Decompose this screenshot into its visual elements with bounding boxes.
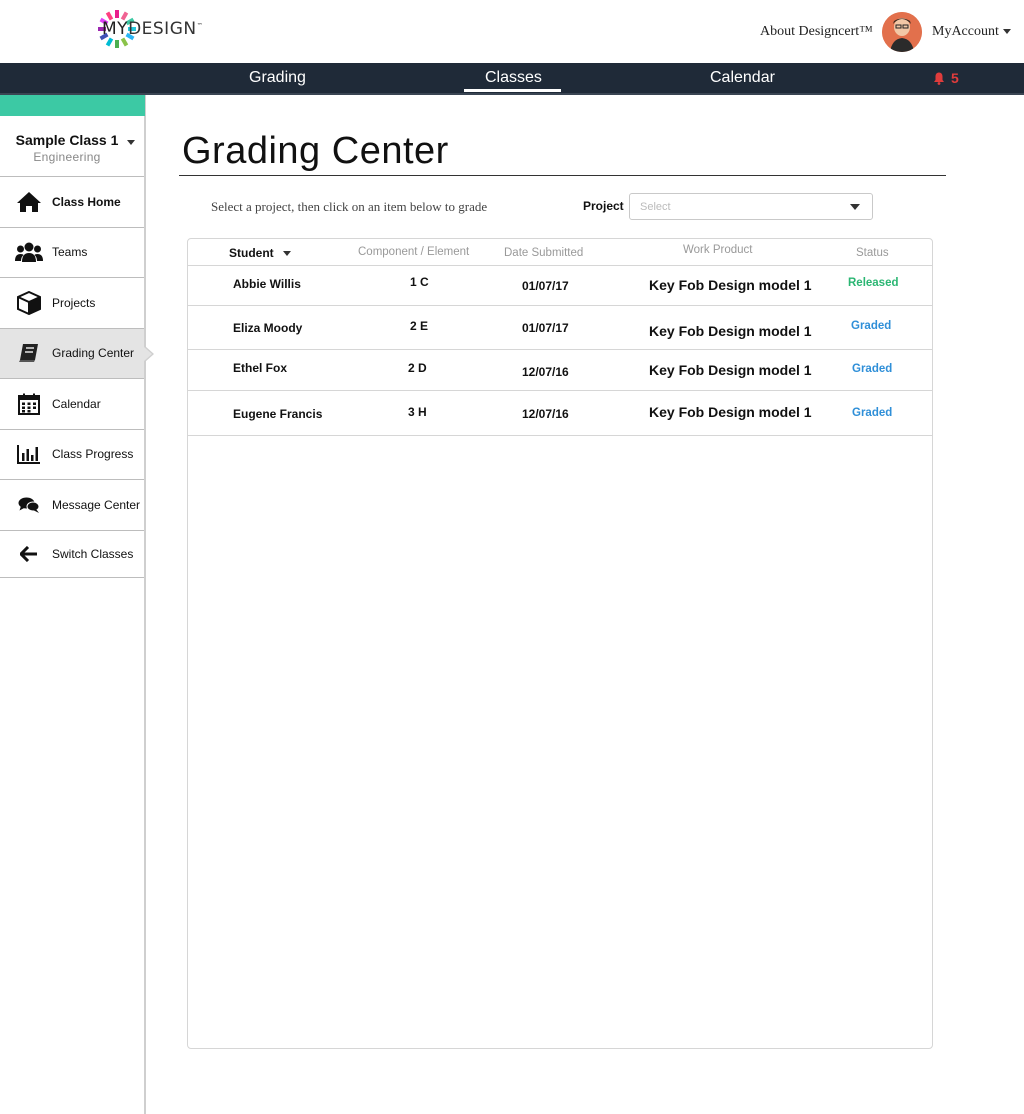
title-divider (179, 175, 946, 176)
bell-icon (934, 72, 944, 85)
project-label: Project (583, 199, 624, 213)
nav-classes[interactable]: Classes (485, 69, 542, 87)
column-header-status: Status (856, 247, 889, 259)
logo-design: DESIGN (128, 19, 197, 39)
sidebar-item-switch-classes[interactable]: Switch Classes (0, 531, 144, 578)
sidebar-item-label: Projects (52, 295, 96, 310)
logo-text: MYDESIGN™ (102, 19, 203, 39)
cell-component: 2 E (410, 319, 429, 333)
cell-student: Eugene Francis (233, 407, 323, 421)
sidebar-item-grading-center[interactable]: Grading Center (0, 328, 154, 379)
column-header-date: Date Submitted (504, 247, 584, 259)
sidebar-item-calendar[interactable]: Calendar (0, 379, 144, 430)
sidebar-item-label: Grading Center (52, 346, 135, 361)
cell-date: 12/07/16 (522, 365, 569, 379)
cube-icon (14, 290, 44, 315)
sidebar-item-class-home[interactable]: Class Home (0, 177, 144, 228)
sidebar-item-label: Calendar (52, 396, 101, 411)
avatar[interactable] (882, 12, 922, 52)
sidebar-item-label: Teams (52, 245, 88, 260)
cell-component: 2 D (408, 361, 427, 375)
chevron-down-icon (127, 140, 135, 145)
sidebar-item-label: Switch Classes (52, 546, 134, 561)
avatar-person-icon (882, 12, 922, 52)
cell-date: 01/07/17 (522, 279, 569, 293)
logo-tm: ™ (196, 22, 204, 30)
sidebar-item-teams[interactable]: Teams (0, 228, 144, 278)
sidebar-item-projects[interactable]: Projects (0, 278, 144, 329)
status-badge: Graded (852, 407, 893, 419)
nav-grading[interactable]: Grading (249, 69, 306, 87)
sort-down-icon (283, 251, 292, 257)
sidebar: Sample Class 1 Engineering Class Home Te… (0, 95, 154, 1114)
sidebar-item-label: Class Home (52, 194, 121, 209)
cell-work-product: Key Fob Design model 1 (649, 323, 812, 339)
users-icon (14, 240, 44, 264)
project-select[interactable]: Select (629, 193, 873, 220)
table-row[interactable]: Ethel Fox 2 D 12/07/16 Key Fob Design mo… (188, 350, 932, 391)
column-header-component: Component / Element (358, 246, 470, 258)
bar-chart-icon (14, 442, 44, 466)
column-header-student-label: Student (229, 246, 274, 260)
instructions-text: Select a project, then click on an item … (211, 199, 488, 214)
about-designcert-link[interactable]: About Designcert™ (760, 24, 873, 40)
arrow-left-icon (14, 542, 44, 566)
status-badge: Graded (851, 320, 892, 332)
logo-my: MY (102, 19, 129, 39)
status-badge: Released (848, 277, 899, 289)
main-navbar: Grading Classes Calendar 5 (0, 63, 1024, 95)
grading-table: Student Component / Element Date Submitt… (187, 238, 933, 1049)
cell-date: 01/07/17 (522, 321, 569, 335)
cell-student: Ethel Fox (233, 361, 288, 375)
cell-work-product: Key Fob Design model 1 (649, 277, 812, 293)
cell-component: 3 H (408, 405, 427, 419)
column-header-work-product: Work Product (683, 244, 753, 256)
cell-date: 12/07/16 (522, 407, 569, 421)
project-select-placeholder: Select (640, 201, 671, 213)
cell-work-product: Key Fob Design model 1 (649, 362, 812, 378)
table-row[interactable]: Eugene Francis 3 H 12/07/16 Key Fob Desi… (188, 391, 932, 436)
chevron-down-icon (1002, 29, 1011, 35)
table-row[interactable]: Eliza Moody 2 E 01/07/17 Key Fob Design … (188, 306, 932, 350)
sidebar-item-label: Class Progress (52, 447, 134, 462)
nav-active-indicator (464, 89, 561, 92)
nav-calendar[interactable]: Calendar (710, 69, 775, 87)
class-name: Sample Class 1 (15, 132, 119, 148)
notifications-button[interactable]: 5 (933, 70, 959, 86)
sidebar-accent-bar (0, 95, 145, 116)
sidebar-item-label: Message Center (52, 497, 141, 512)
table-row[interactable]: Abbie Willis 1 C 01/07/17 Key Fob Design… (188, 266, 932, 306)
chat-icon (14, 493, 44, 517)
column-header-student[interactable]: Student (229, 246, 292, 260)
page-title: Grading Center (182, 130, 449, 172)
my-account-menu[interactable]: MyAccount (932, 24, 1011, 40)
cell-component: 1 C (410, 275, 429, 289)
chevron-down-icon (850, 204, 860, 210)
book-icon (14, 341, 44, 365)
sidebar-item-message-center[interactable]: Message Center (0, 480, 144, 531)
class-subject: Engineering (33, 150, 101, 164)
calendar-icon (14, 392, 44, 416)
cell-student: Abbie Willis (233, 277, 301, 291)
mydesign-logo[interactable]: MYDESIGN™ (97, 9, 203, 49)
sidebar-item-class-progress[interactable]: Class Progress (0, 430, 144, 480)
notification-count: 5 (951, 70, 959, 86)
my-account-label: MyAccount (932, 24, 999, 39)
home-icon (14, 190, 44, 214)
top-header: MYDESIGN™ About Designcert™ MyAccount (0, 0, 1024, 63)
cell-student: Eliza Moody (233, 321, 303, 335)
cell-work-product: Key Fob Design model 1 (649, 404, 812, 420)
class-selector[interactable]: Sample Class 1 Engineering (0, 116, 144, 177)
status-badge: Graded (852, 363, 893, 375)
